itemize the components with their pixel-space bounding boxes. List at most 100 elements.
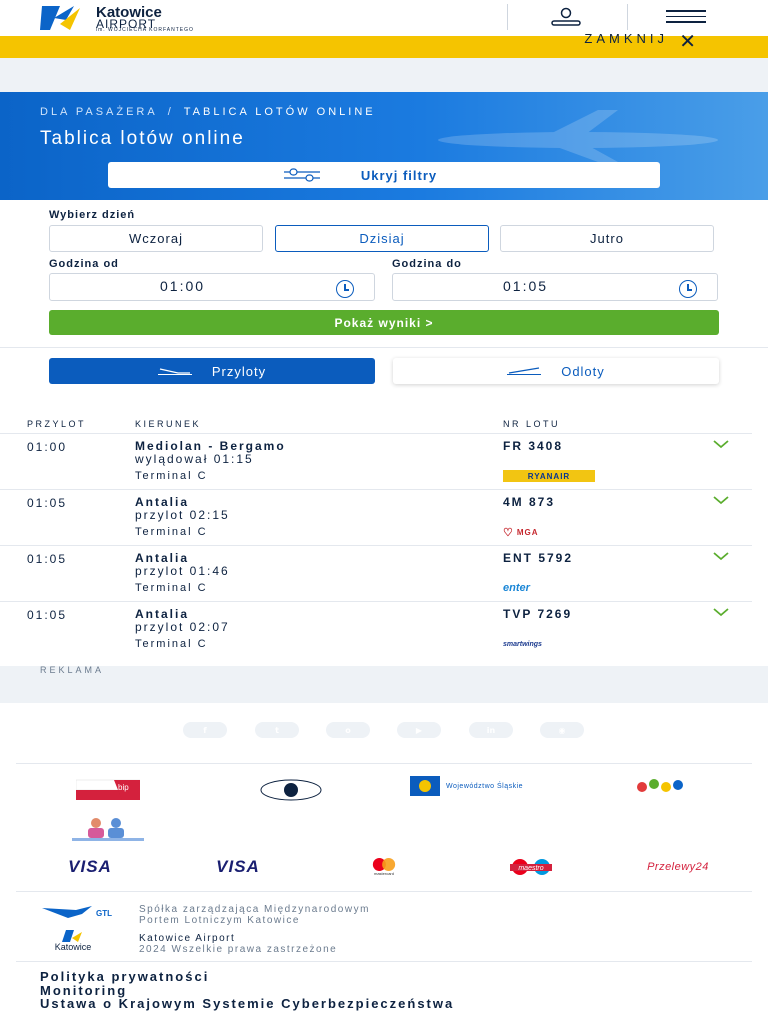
- przelewy24-logo-text: Przelewy24: [647, 861, 709, 873]
- announcement-banner: ZAMKNIJ ✕: [0, 29, 768, 58]
- flights-table: 01:00 Mediolan - Bergamo wylądował 01:15…: [0, 433, 768, 657]
- gtl-info: Spółka zarządzająca Międzynarodowym Port…: [139, 904, 370, 926]
- spacer: [0, 58, 768, 92]
- small-logo-text: Katowice: [55, 942, 92, 952]
- katowice-airport-name: Katowice Airport: [139, 933, 236, 944]
- people-icon: [72, 818, 144, 841]
- mastercard-circles-icon: [372, 858, 396, 871]
- header-divider: [507, 4, 508, 30]
- breadcrumb-separator: /: [167, 106, 174, 118]
- copyright: 2024 Wszelkie prawa zastrzeżone: [139, 944, 338, 955]
- terminal: Terminal C: [135, 582, 208, 594]
- globe-icon: [260, 779, 322, 801]
- bip-logo[interactable]: bip: [76, 778, 140, 802]
- gtl-bird-icon: GTL: [42, 906, 112, 918]
- destination: Mediolan - Bergamo: [135, 439, 286, 453]
- breadcrumb: DLA PASAŻERA / TABLICA LOTÓW ONLINE: [40, 106, 376, 118]
- instagram-icon[interactable]: o: [326, 722, 370, 738]
- chevron-down-icon[interactable]: [711, 438, 731, 450]
- hamburger-line: [666, 15, 706, 17]
- bip-logo-icon: bip: [76, 779, 140, 800]
- heart-icon: ♡: [503, 526, 514, 539]
- hero-section: DLA PASAŻERA / TABLICA LOTÓW ONLINE Tablic…: [0, 92, 768, 200]
- mastercard-logo: mastercard: [356, 858, 412, 876]
- terminal: Terminal C: [135, 470, 208, 482]
- partner-logo-2[interactable]: [68, 816, 148, 842]
- gtl-line-1: Spółka zarządzająca Międzynarodowym: [139, 904, 370, 915]
- clock-icon: [679, 280, 697, 298]
- messenger-icon[interactable]: ◉: [540, 722, 584, 738]
- arrival-time: 01:00: [27, 440, 68, 454]
- banner-close-label[interactable]: ZAMKNIJ: [584, 31, 668, 46]
- divider: [16, 763, 752, 764]
- show-results-button[interactable]: Pokaż wyniki >: [49, 310, 719, 335]
- hide-filters-label: Ukryj filtry: [360, 167, 438, 183]
- table-row[interactable]: 01:05 Antalia przylot 02:07 Terminal C T…: [0, 601, 752, 657]
- wojewodztwo-slaskie-logo[interactable]: Województwo Śląskie: [410, 775, 550, 797]
- page-title: Tablica lotów online: [40, 128, 245, 149]
- filter-icon: [284, 168, 320, 182]
- hamburger-line: [666, 21, 706, 23]
- breadcrumb-item-passenger[interactable]: DLA PASAŻERA: [40, 106, 158, 118]
- visa-logo-text: VISA: [68, 857, 112, 876]
- chevron-down-icon[interactable]: [711, 494, 731, 506]
- tab-departures-label: Odloty: [561, 363, 605, 379]
- un-global-compact-logo[interactable]: [256, 778, 326, 802]
- bip-logo-text: bip: [118, 783, 129, 792]
- katowice-airport-logo[interactable]: Katowice AIRPORT im. WOJCIECHA KORFANTEG…: [40, 4, 230, 33]
- monitoring-link[interactable]: Monitoring: [40, 983, 454, 998]
- flight-number: FR 3408: [503, 439, 564, 453]
- table-row[interactable]: 01:00 Mediolan - Bergamo wylądował 01:15…: [0, 433, 752, 489]
- przelewy24-logo: Przelewy24: [626, 858, 730, 876]
- column-arrival-time: PRZYLOT: [27, 419, 87, 429]
- terminal: Terminal C: [135, 638, 208, 650]
- cybersecurity-act-link[interactable]: Ustawa o Krajowym Systemie Cyberbezpiecz…: [40, 997, 454, 1011]
- logo-tag: im. WOJCIECHA KORFANTEGO: [96, 27, 194, 33]
- close-icon[interactable]: ✕: [679, 29, 696, 53]
- table-row[interactable]: 01:05 Antalia przylot 01:46 Terminal C E…: [0, 545, 752, 601]
- flight-status: wylądował 01:15: [135, 452, 254, 466]
- departure-plane-icon: [507, 367, 542, 375]
- flight-status: przylot 01:46: [135, 564, 230, 578]
- day-label: Wybierz dzień: [49, 209, 136, 221]
- destination: Antalia: [135, 551, 190, 565]
- chevron-down-icon[interactable]: [711, 550, 731, 562]
- gtl-line-2: Portem Lotniczym Katowice: [139, 915, 300, 926]
- airline-logo: RYANAIR: [503, 470, 595, 482]
- menu-button[interactable]: [666, 10, 708, 26]
- destination: Antalia: [135, 607, 190, 621]
- twitter-icon[interactable]: t: [255, 722, 299, 738]
- day-yesterday-button[interactable]: Wczoraj: [49, 225, 263, 252]
- linkedin-icon[interactable]: in: [469, 722, 513, 738]
- airline-logo: smartwings: [503, 640, 542, 648]
- filters-panel: Wybierz dzień Wczoraj Dzisiaj Jutro Godz…: [0, 200, 768, 348]
- flight-number: TVP 7269: [503, 607, 573, 621]
- user-icon: [551, 7, 581, 26]
- user-button[interactable]: [548, 6, 584, 30]
- time-to-input[interactable]: 01:05: [392, 273, 718, 301]
- time-from-input[interactable]: 01:00: [49, 273, 375, 301]
- logo-mark-icon: Katowice: [55, 930, 92, 952]
- table-row[interactable]: 01:05 Antalia przylot 02:15 Terminal C 4…: [0, 489, 752, 545]
- flight-status: przylot 02:07: [135, 620, 230, 634]
- facebook-icon[interactable]: f: [183, 722, 227, 738]
- divider: [16, 961, 752, 962]
- ad-section: REKLAMA: [0, 665, 768, 703]
- footer-links: Polityka prywatności Monitoring Ustawa o…: [40, 970, 454, 1011]
- tab-arrivals[interactable]: Przyloty: [49, 358, 375, 384]
- chevron-down-icon[interactable]: [711, 606, 731, 618]
- partner-logo[interactable]: [624, 778, 694, 802]
- time-from-value: 01:00: [160, 278, 206, 294]
- hide-filters-button[interactable]: Ukryj filtry: [108, 162, 660, 188]
- column-destination: KIERUNEK: [135, 419, 202, 429]
- day-tomorrow-button[interactable]: Jutro: [500, 225, 714, 252]
- privacy-policy-link[interactable]: Polityka prywatności: [40, 970, 454, 984]
- tab-departures[interactable]: Odloty: [393, 358, 719, 384]
- youtube-icon[interactable]: ▶: [397, 722, 441, 738]
- airline-logo-text: MGA: [516, 527, 539, 537]
- day-today-button[interactable]: Dzisiaj: [275, 225, 489, 252]
- coat-of-arms-icon: [410, 776, 440, 796]
- visa-electron-logo: VISA: [194, 857, 282, 876]
- katowice-airport-info: Katowice Airport 2024 Wszelkie prawa zas…: [139, 933, 337, 955]
- hamburger-icon: [666, 10, 706, 12]
